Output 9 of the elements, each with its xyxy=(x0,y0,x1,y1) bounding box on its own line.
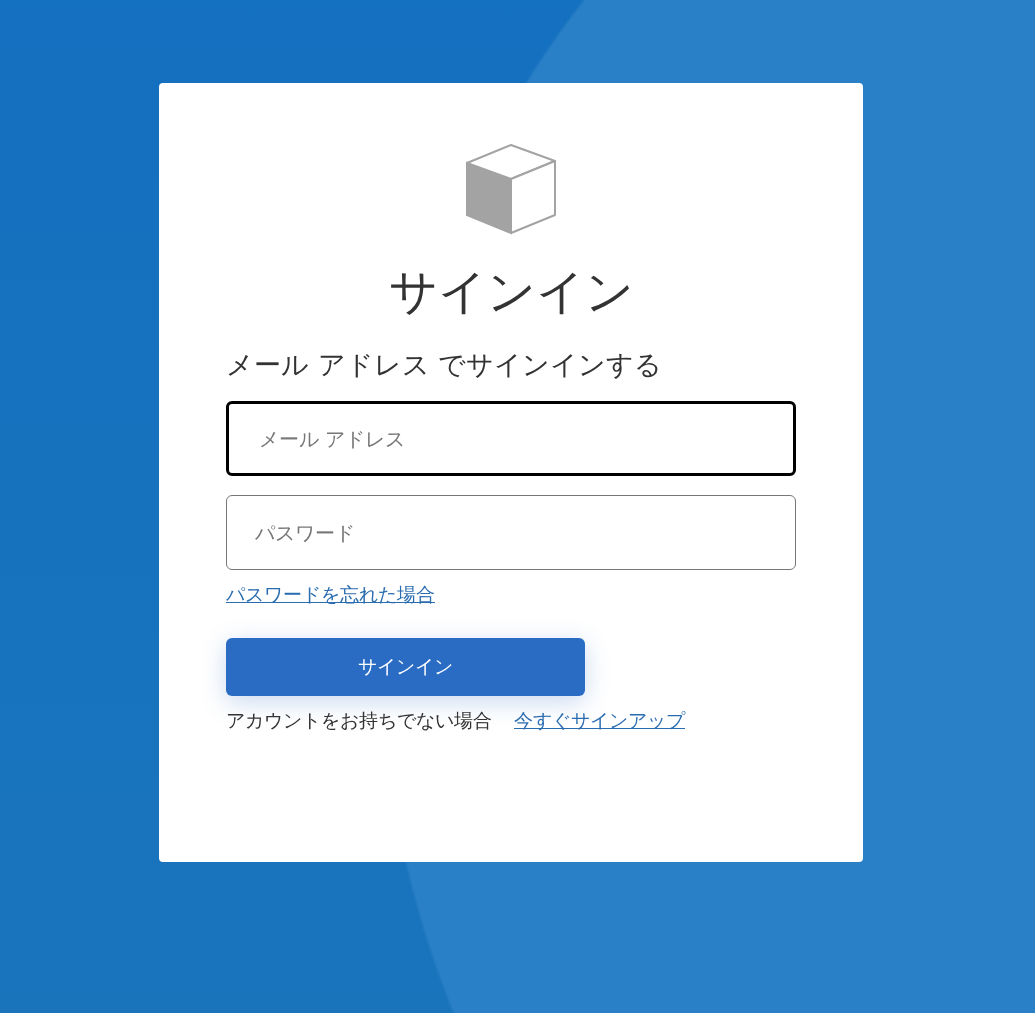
cube-icon xyxy=(465,143,557,235)
sign-up-link[interactable]: 今すぐサインアップ xyxy=(514,708,685,734)
page-title: サインイン xyxy=(388,262,634,321)
no-account-text: アカウントをお持ちでない場合 xyxy=(226,708,492,733)
email-field[interactable]: メール アドレス xyxy=(226,401,796,476)
sign-in-button[interactable]: サインイン xyxy=(226,638,585,696)
forgot-password-link[interactable]: パスワードを忘れた場合 xyxy=(226,582,435,608)
subtitle: メール アドレス でサインインする xyxy=(226,348,663,382)
password-field[interactable]: パスワード xyxy=(226,495,796,570)
